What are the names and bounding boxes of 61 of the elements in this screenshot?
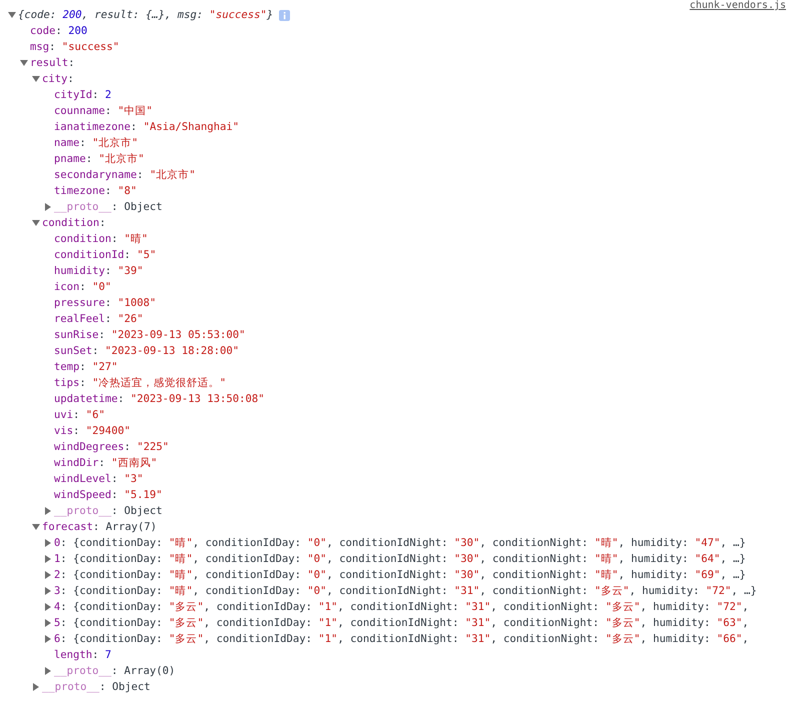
collapsed-triangle-icon[interactable]: [44, 555, 52, 563]
expanded-triangle-icon[interactable]: [32, 523, 40, 531]
info-icon: [279, 10, 290, 20]
property-line: pressure: "1008": [54, 297, 156, 309]
property-line: pname: "北京市": [54, 152, 144, 166]
property-line: windLevel: "3": [54, 473, 144, 485]
property-line: condition: "晴": [54, 232, 148, 246]
property-line[interactable]: 1: {conditionDay: "晴", conditionIdDay: "0", conditionIdNight: "30", conditionNight: "晴", humidity: "64", …}: [54, 552, 746, 566]
collapsed-triangle-icon[interactable]: [44, 587, 52, 595]
property-line: name: "北京市": [54, 136, 138, 150]
collapsed-triangle-icon[interactable]: [44, 571, 52, 579]
collapsed-triangle-icon[interactable]: [44, 667, 52, 675]
property-line: sunSet: "2023-09-13 18:28:00": [54, 345, 239, 357]
property-line: secondaryname: "北京市": [54, 168, 196, 182]
property-line: windDegrees: "225": [54, 441, 169, 453]
expanded-triangle-icon[interactable]: [32, 75, 40, 83]
property-line[interactable]: 6: {conditionDay: "多云", conditionIdDay: "1", conditionIdNight: "31", conditionNight: "多云", humidity: "66",: [54, 632, 749, 646]
property-line[interactable]: 5: {conditionDay: "多云", conditionIdDay: "1", conditionIdNight: "31", conditionNight: "多云", humidity: "63",: [54, 616, 749, 630]
property-line: length: 7: [54, 649, 112, 661]
property-line[interactable]: 3: {conditionDay: "晴", conditionIdDay: "0", conditionIdNight: "31", conditionNight: "多云", humidity: "72", …}: [54, 584, 757, 598]
property-line: windDir: "西南风": [54, 456, 158, 470]
property-line[interactable]: __proto__: Array(0): [54, 665, 176, 677]
property-line: ianatimezone: "Asia/Shanghai": [54, 121, 239, 133]
source-link[interactable]: chunk-vendors.js: [690, 0, 786, 11]
property-line: cityId: 2: [54, 89, 112, 101]
property-line[interactable]: __proto__: Object: [42, 681, 150, 693]
property-line: windSpeed: "5.19": [54, 489, 162, 501]
property-line[interactable]: __proto__: Object: [54, 201, 162, 213]
property-line: tips: "冷热适宜，感觉很舒适。": [54, 376, 226, 390]
property-line: timezone: "8": [54, 185, 137, 197]
property-line: conditionId: "5": [54, 249, 156, 261]
property-line[interactable]: 4: {conditionDay: "多云", conditionIdDay: "1", conditionIdNight: "31", conditionNight: "多云", humidity: "72",: [54, 600, 749, 614]
property-line[interactable]: city:: [42, 73, 74, 85]
property-line: realFeel: "26": [54, 313, 144, 325]
property-line[interactable]: 0: {conditionDay: "晴", conditionIdDay: "0", conditionIdNight: "30", conditionNight: "晴", humidity: "47", …}: [54, 536, 746, 550]
property-line[interactable]: result:: [30, 57, 75, 69]
collapsed-triangle-icon[interactable]: [44, 203, 52, 211]
property-line: icon: "0": [54, 281, 112, 293]
property-line: msg: "success": [30, 41, 120, 53]
property-line[interactable]: condition:: [42, 217, 106, 229]
property-line: vis: "29400": [54, 425, 131, 437]
property-line: updatetime: "2023-09-13 13:50:08": [54, 393, 264, 405]
property-line[interactable]: 2: {conditionDay: "晴", conditionIdDay: "0", conditionIdNight: "30", conditionNight: "晴", humidity: "69", …}: [54, 568, 746, 582]
property-line: counname: "中国": [54, 104, 153, 118]
expanded-triangle-icon[interactable]: [32, 219, 40, 227]
collapsed-triangle-icon[interactable]: [44, 603, 52, 611]
property-line: uvi: "6": [54, 409, 106, 421]
collapsed-triangle-icon[interactable]: [44, 635, 52, 643]
collapsed-triangle-icon[interactable]: [32, 683, 40, 691]
collapsed-triangle-icon[interactable]: [44, 619, 52, 627]
property-line: sunRise: "2023-09-13 05:53:00": [54, 329, 246, 341]
property-line: humidity: "39": [54, 265, 144, 277]
collapsed-triangle-icon[interactable]: [44, 539, 52, 547]
property-line[interactable]: __proto__: Object: [54, 505, 162, 517]
object-preview-line[interactable]: {code: 200, result: {…}, msg: "success"}: [18, 9, 274, 21]
property-line: temp: "27": [54, 361, 118, 373]
property-line[interactable]: forecast: Array(7): [42, 521, 157, 533]
expanded-triangle-icon[interactable]: [8, 11, 16, 19]
expanded-triangle-icon[interactable]: [20, 59, 28, 67]
property-line: code: 200: [30, 25, 88, 37]
collapsed-triangle-icon[interactable]: [44, 507, 52, 515]
